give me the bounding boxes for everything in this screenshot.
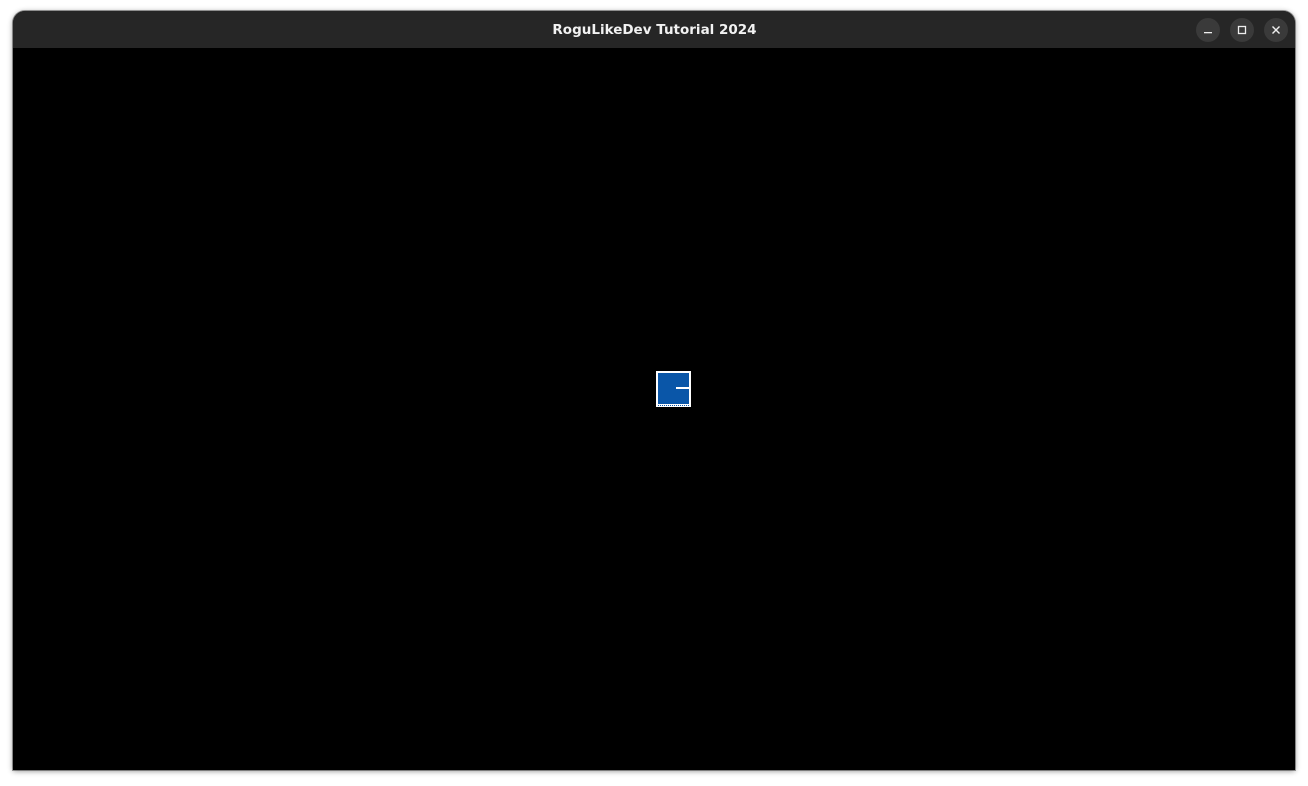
app-window: RoguLikeDev Tutorial 2024 (13, 11, 1295, 770)
maximize-button[interactable] (1230, 18, 1254, 42)
title-bar[interactable]: RoguLikeDev Tutorial 2024 (13, 11, 1295, 48)
player-tile (656, 371, 691, 407)
close-icon (1272, 26, 1280, 34)
close-button[interactable] (1264, 18, 1288, 42)
window-title: RoguLikeDev Tutorial 2024 (552, 21, 757, 38)
minimize-icon (1204, 32, 1212, 34)
game-canvas[interactable] (13, 48, 1295, 770)
minimize-button[interactable] (1196, 18, 1220, 42)
maximize-icon (1237, 25, 1247, 35)
window-controls (1196, 18, 1288, 42)
